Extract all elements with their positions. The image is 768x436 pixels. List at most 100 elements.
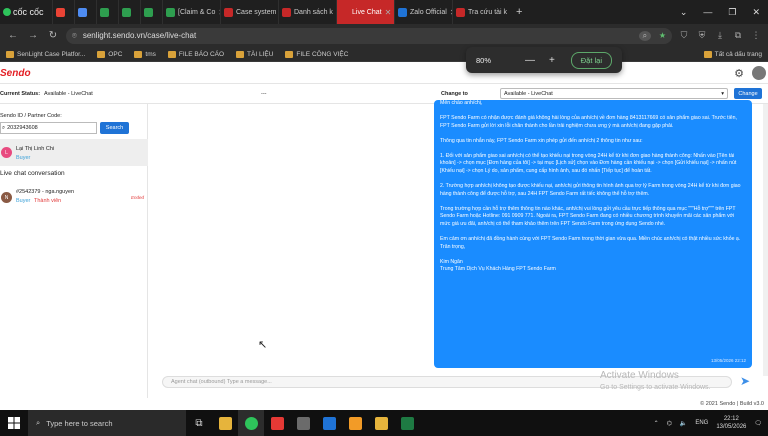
zoom-reset-button[interactable]: Đặt lại [570, 51, 612, 69]
back-icon[interactable]: ← [6, 30, 20, 41]
taskbar-clock[interactable]: 22:12 13/05/2026 [716, 415, 746, 431]
center-placeholder: --- [261, 91, 267, 97]
result-role: Buyer [16, 155, 31, 161]
tab-favicon-icon [122, 7, 131, 17]
browser-tab[interactable]: [Claim & Co✕ [162, 0, 220, 24]
zoom-icon[interactable]: ⌕ [638, 30, 651, 41]
download-icon[interactable]: ⤓ [714, 30, 726, 41]
tab-label: Danh sách k [294, 8, 333, 16]
browser-tab[interactable]: Tra cứu tài k✕ [452, 0, 510, 24]
browser-tab[interactable]: Live Chat ✕ [336, 0, 394, 24]
bookmark-list: SenLight Case Platfor... OPC tms FILE BÁO C… [6, 50, 348, 58]
browser-tab[interactable]: Danh sách k✕ [278, 0, 336, 24]
tray-language[interactable]: ENG [695, 420, 708, 426]
message-paragraph: Kim Ngân Trung Tâm Dịch Vụ Khách Hàng FP… [440, 258, 556, 273]
gear-icon[interactable]: ⚙ [734, 67, 744, 80]
send-icon[interactable]: ➤ [740, 374, 750, 388]
tab-label: Case system [236, 8, 277, 16]
bookmark-item[interactable]: OPC [97, 50, 122, 58]
site-info-icon[interactable]: ⌾ [72, 31, 77, 41]
chat-scrollbar[interactable] [763, 104, 768, 376]
extension-icon[interactable]: ⛉ [678, 30, 690, 41]
bookmark-item[interactable]: FILE CÔNG VIỆC [285, 50, 348, 58]
browser-tab[interactable]: Zalo Official✕ [394, 0, 452, 24]
tab-close-icon[interactable]: ✕ [385, 8, 392, 17]
coccoc-logo[interactable]: cốc cốc [0, 0, 52, 24]
shield-icon[interactable]: ⛨ [696, 30, 708, 41]
change-to-label: Change to [441, 91, 468, 97]
network-icon[interactable]: ⌬ [667, 420, 672, 427]
sendo-logo[interactable]: Sendo [0, 68, 31, 79]
live-section-title: Live chat conversation [0, 170, 65, 177]
tab-favicon-icon [340, 7, 349, 17]
file-explorer-icon [218, 416, 232, 430]
bookmark-item[interactable]: tms [134, 50, 156, 58]
volume-icon[interactable]: 🔈 [680, 420, 687, 427]
change-to-select[interactable]: Available - LiveChat ▾ [500, 88, 728, 99]
task-view-button[interactable]: ⧉ [186, 410, 212, 436]
taskbar-app-zalo[interactable] [316, 410, 342, 436]
search-icon: ⌕ [36, 418, 41, 427]
forward-icon[interactable]: → [26, 30, 40, 41]
taskbar-app-coccoc[interactable] [238, 410, 264, 436]
system-tray: ⌃ ⌬ 🔈 ENG 22:12 13/05/2026 🗨 [654, 415, 768, 431]
excel-icon [400, 416, 414, 430]
close-window-icon[interactable]: ✕ [752, 7, 760, 18]
tab-favicon-icon [398, 7, 407, 17]
conversation-item[interactable]: N #2542379 - nga.nguyen Buyer Thành viên… [0, 184, 148, 210]
browser-tab[interactable]: Case system✕ [220, 0, 278, 24]
taskbar-app-explorer[interactable] [212, 410, 238, 436]
bookmark-label: SenLight Case Platfor... [17, 50, 86, 58]
message-paragraph: 2. Trường hợp anh/chị không tạo được khi… [440, 183, 741, 197]
bookmark-star-icon[interactable]: ★ [659, 31, 666, 41]
search-result-item[interactable]: L Lại Thị Linh Chi Buyer [0, 139, 148, 166]
tab-favicon-icon [166, 7, 175, 17]
windows-start-button[interactable] [0, 417, 28, 429]
zoom-out-button[interactable]: — [525, 55, 535, 66]
watermark-sub: Go to Settings to activate Windows. [600, 384, 711, 391]
address-bar-actions: ⌕ ★ [638, 30, 672, 41]
minimize-icon[interactable]: — [703, 7, 712, 18]
taskbar-app-mail[interactable] [290, 410, 316, 436]
zoom-in-button[interactable]: + [549, 55, 555, 66]
conversation-avatar: N [1, 192, 12, 203]
browser-tab[interactable] [140, 0, 162, 24]
bookmark-folder-icon [285, 50, 294, 58]
search-button[interactable]: Search [100, 122, 129, 134]
taskbar-app-wps[interactable] [264, 410, 290, 436]
notification-icon[interactable]: 🗨 [754, 420, 762, 427]
menu-icon[interactable]: ⋮ [750, 30, 762, 41]
browser-tab[interactable] [74, 0, 96, 24]
bookmark-item[interactable]: FILE BÁO CÁO [167, 50, 224, 58]
mouse-cursor-icon: ↖ [258, 339, 268, 351]
browser-tab[interactable] [96, 0, 118, 24]
partner-search-input[interactable]: ⌕ 2032943608 [0, 122, 97, 134]
all-bookmarks[interactable]: Tất cả dấu trang [703, 50, 768, 58]
taskbar-search[interactable]: ⌕ Type here to search [28, 410, 186, 436]
tab-label: Live Chat [352, 8, 382, 16]
tab-list: [Claim & Co✕Case system✕Danh sách k✕Live… [52, 0, 510, 24]
folder-icon [703, 50, 712, 58]
address-bar[interactable]: ⌾ senlight.sendo.vn/case/live-chat ⌕ ★ [66, 27, 672, 44]
app-footer: © 2021 Sendo | Build v3.0 [700, 401, 764, 407]
taskbar-app-excel[interactable] [394, 410, 420, 436]
change-button[interactable]: Change [734, 88, 762, 99]
browser-tab[interactable] [118, 0, 140, 24]
tab-search-icon[interactable]: ⌄ [680, 7, 688, 18]
browser-tab-strip: cốc cốc [Claim & Co✕Case system✕Danh sác… [0, 0, 768, 24]
chevron-down-icon: ▾ [721, 90, 724, 97]
chevron-up-icon[interactable]: ⌃ [654, 420, 659, 427]
browser-tab[interactable] [52, 0, 74, 24]
bookmark-item[interactable]: SenLight Case Platfor... [6, 50, 86, 58]
message-time: 13/05/2026 22:12 [710, 358, 746, 364]
bookmark-item[interactable]: TÀI LIỆU [236, 50, 273, 58]
restore-icon[interactable]: ❐ [728, 7, 736, 18]
window-controls: ⌄ — ❐ ✕ [680, 7, 768, 18]
taskbar-app-sublime[interactable] [342, 410, 368, 436]
reload-icon[interactable]: ↻ [46, 30, 60, 41]
puzzle-icon[interactable]: ⧉ [732, 30, 744, 41]
result-name: Lại Thị Linh Chi [16, 146, 55, 152]
user-avatar[interactable] [752, 66, 766, 80]
taskbar-app-folder[interactable] [368, 410, 394, 436]
new-tab-button[interactable]: + [510, 6, 528, 18]
